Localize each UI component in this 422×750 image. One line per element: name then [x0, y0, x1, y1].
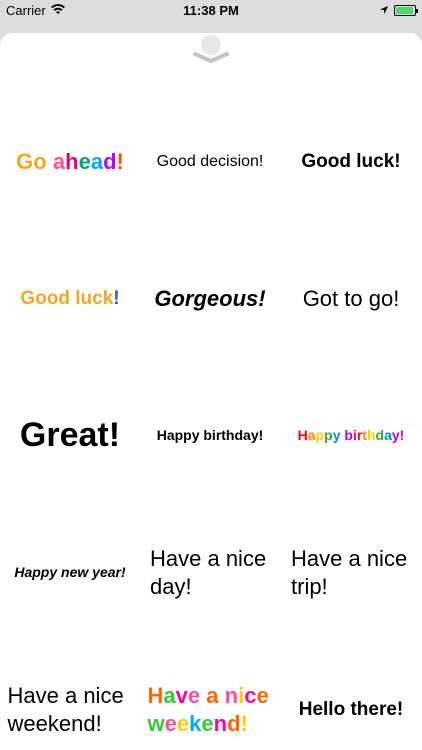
sticker-letter: b — [344, 426, 353, 443]
sticker-letter: a — [307, 426, 316, 443]
sticker-happy-birthday-rainbow[interactable]: Happy birthday! — [280, 367, 422, 504]
sticker-grid: Go ahead! Good decision! Good luck! Good… — [0, 93, 422, 750]
sticker-letter: e — [164, 710, 177, 736]
sticker-text: Have a nice day! — [150, 546, 267, 599]
sticker-letter: e — [256, 683, 269, 708]
sticker-great[interactable]: Great! — [0, 367, 140, 504]
sticker-letter: a — [206, 683, 219, 708]
status-bar: Carrier 11:38 PM — [0, 0, 422, 22]
sticker-happy-new-year[interactable]: Happy new year! — [0, 504, 140, 641]
sticker-letter: a — [90, 148, 104, 174]
sticker-text: Got to go! — [302, 285, 400, 311]
sticker-letter: c — [244, 683, 257, 708]
sticker-letter: k — [189, 710, 202, 736]
sticker-text: Have a nice weekend! — [148, 682, 273, 737]
location-arrow-icon — [379, 3, 389, 18]
sticker-gorgeous[interactable]: Gorgeous! — [140, 230, 280, 367]
sticker-have-a-nice-day[interactable]: Have a nice day! — [140, 504, 280, 641]
battery-level — [396, 7, 414, 14]
sticker-letter: n — [213, 710, 228, 736]
sticker-sheet: Go ahead! Good decision! Good luck! Good… — [0, 33, 422, 750]
sticker-letter: ! — [399, 426, 405, 443]
status-time: 11:38 PM — [183, 3, 239, 18]
sticker-text: Gorgeous! — [154, 285, 266, 311]
sticker-letter: d — [375, 426, 385, 443]
sticker-text: Good luck! — [301, 150, 401, 172]
sticker-letter: a — [163, 683, 176, 708]
sticker-letter: d — [103, 148, 117, 174]
sticker-text: Good decision! — [156, 152, 264, 170]
sticker-text-main: Good luck — [20, 287, 114, 309]
sticker-letter: d — [227, 710, 241, 736]
sticker-have-a-nice-trip[interactable]: Have a nice trip! — [280, 504, 422, 641]
battery-icon — [394, 5, 418, 16]
sticker-go-ahead[interactable]: Go ahead! — [0, 93, 140, 230]
sticker-good-luck-black[interactable]: Good luck! — [280, 93, 422, 230]
sticker-letter: p — [315, 426, 325, 443]
sticker-letter: ! — [240, 710, 248, 736]
collapse-handle[interactable] — [191, 35, 231, 65]
sticker-text: Have a nice weekend! — [7, 683, 124, 736]
sticker-text: Happy birthday! — [298, 427, 405, 445]
sticker-letter: o — [33, 148, 47, 174]
sticker-text: Have a nice trip! — [291, 546, 408, 599]
status-bar-right — [379, 3, 418, 18]
sticker-letter: a — [384, 426, 392, 443]
sticker-letter: w — [147, 710, 165, 736]
sticker-letter: h — [366, 426, 376, 443]
sticker-text: Happy new year! — [14, 563, 126, 580]
sticker-good-decision[interactable]: Good decision! — [140, 93, 280, 230]
sticker-text: Good luck! — [20, 287, 119, 311]
sticker-text-exclaim: ! — [113, 287, 120, 309]
sticker-letter: H — [297, 426, 308, 443]
sticker-letter: H — [147, 683, 164, 708]
sticker-have-a-nice-weekend-black[interactable]: Have a nice weekend! — [0, 641, 140, 750]
chevron-down-icon — [193, 52, 229, 63]
sticker-text: Go ahead! — [16, 148, 124, 176]
sticker-got-to-go[interactable]: Got to go! — [280, 230, 422, 367]
sticker-letter: v — [175, 683, 188, 708]
sticker-have-a-nice-weekend-rainbow[interactable]: Have a nice weekend! — [140, 641, 280, 750]
sticker-letter: p — [324, 426, 333, 443]
sticker-text: Hello there! — [298, 698, 404, 720]
sticker-hello-there[interactable]: Hello there! — [280, 641, 422, 750]
sticker-letter: e — [78, 148, 91, 174]
sticker-letter: e — [187, 683, 201, 708]
sticker-text: Great! — [19, 416, 121, 455]
sticker-letter: y — [391, 426, 400, 443]
sticker-happy-birthday-black[interactable]: Happy birthday! — [140, 367, 280, 504]
sticker-letter: e — [176, 710, 190, 736]
sticker-letter: ! — [116, 148, 124, 174]
sticker-letter: a — [52, 148, 66, 174]
sticker-letter: G — [16, 148, 34, 174]
sticker-letter: n — [224, 683, 239, 708]
sticker-letter: h — [65, 148, 79, 174]
sticker-good-luck-orange[interactable]: Good luck! — [0, 230, 140, 367]
sticker-letter: e — [201, 710, 214, 736]
sticker-text: Happy birthday! — [156, 426, 264, 443]
